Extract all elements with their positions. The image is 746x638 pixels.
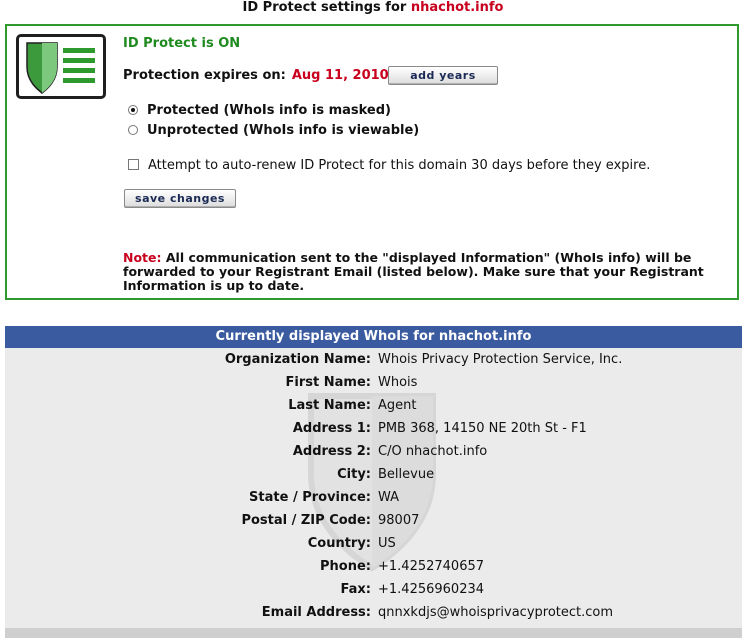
whois-row-address-1: Address 1: PMB 368, 14150 NE 20th St - F… <box>5 417 742 440</box>
whois-label: City: <box>337 467 371 482</box>
whois-value: Bellevue <box>378 467 435 482</box>
whois-row-last-name: Last Name: Agent <box>5 394 742 417</box>
page-title: ID Protect settings for nhachot.info <box>0 0 746 16</box>
forwarding-note: Note: All communication sent to the "dis… <box>123 251 733 293</box>
whois-row-fax: Fax: +1.4256960234 <box>5 578 742 601</box>
note-label: Note: <box>123 250 162 265</box>
whois-value: qnnxkdjs@whoisprivacyprotect.com <box>378 605 614 620</box>
whois-value: C/O nhachot.info <box>378 444 488 459</box>
expiration-label: Protection expires on: <box>123 68 286 83</box>
whois-value: +1.4256960234 <box>378 582 485 597</box>
whois-header: Currently displayed WhoIs for nhachot.in… <box>5 326 742 348</box>
whois-row-first-name: First Name: Whois <box>5 371 742 394</box>
id-protect-settings-panel: ID Protect is ON Protection expires on: A… <box>5 24 739 300</box>
whois-value: Whois <box>378 375 418 390</box>
page-title-prefix: ID Protect settings for <box>242 0 407 15</box>
whois-value: PMB 368, 14150 NE 20th St - F1 <box>378 421 587 436</box>
whois-label: Country: <box>307 536 371 551</box>
whois-value: Agent <box>378 398 417 413</box>
whois-label: Fax: <box>340 582 371 597</box>
protection-status: ID Protect is ON <box>123 36 241 51</box>
whois-table: Organization Name: Whois Privacy Protect… <box>5 348 742 624</box>
radio-unprotected-row[interactable]: Unprotected (WhoIs info is viewable) <box>128 123 419 138</box>
save-changes-button[interactable]: save changes <box>124 189 236 208</box>
whois-label: Address 2: <box>292 444 371 459</box>
whois-label: Last Name: <box>288 398 371 413</box>
radio-protected[interactable] <box>128 105 138 115</box>
whois-row-organization: Organization Name: Whois Privacy Protect… <box>5 348 742 371</box>
whois-row-postal-code: Postal / ZIP Code: 98007 <box>5 509 742 532</box>
expiration-date: Aug 11, 2010 <box>291 68 389 83</box>
whois-row-address-2: Address 2: C/O nhachot.info <box>5 440 742 463</box>
whois-label: Address 1: <box>292 421 371 436</box>
whois-label: Phone: <box>320 559 371 574</box>
whois-label: First Name: <box>285 375 371 390</box>
auto-renew-row[interactable]: Attempt to auto-renew ID Protect for thi… <box>128 158 650 173</box>
whois-label: Email Address: <box>261 605 371 620</box>
whois-label: Postal / ZIP Code: <box>241 513 371 528</box>
whois-value: WA <box>378 490 400 505</box>
note-text: All communication sent to the "displayed… <box>123 250 704 293</box>
whois-value: 98007 <box>378 513 420 528</box>
add-years-button[interactable]: add years <box>388 66 498 85</box>
radio-unprotected[interactable] <box>128 125 138 135</box>
whois-row-city: City: Bellevue <box>5 463 742 486</box>
whois-row-phone: Phone: +1.4252740657 <box>5 555 742 578</box>
whois-label: Organization Name: <box>224 352 371 367</box>
whois-row-country: Country: US <box>5 532 742 555</box>
whois-row-state: State / Province: WA <box>5 486 742 509</box>
panel-bottom-bar <box>5 628 742 638</box>
auto-renew-checkbox[interactable] <box>128 159 139 170</box>
auto-renew-label[interactable]: Attempt to auto-renew ID Protect for thi… <box>148 158 650 173</box>
expiration-line: Protection expires on: Aug 11, 2010 <box>123 68 389 83</box>
radio-protected-label[interactable]: Protected (WhoIs info is masked) <box>147 103 391 118</box>
whois-value: +1.4252740657 <box>378 559 485 574</box>
radio-protected-row[interactable]: Protected (WhoIs info is masked) <box>128 103 391 118</box>
radio-unprotected-label[interactable]: Unprotected (WhoIs info is viewable) <box>147 123 419 138</box>
shield-document-icon <box>16 34 106 99</box>
whois-panel: Currently displayed WhoIs for nhachot.in… <box>5 326 742 638</box>
page-title-domain: nhachot.info <box>410 0 504 15</box>
whois-value: Whois Privacy Protection Service, Inc. <box>378 352 623 367</box>
whois-row-email: Email Address: qnnxkdjs@whoisprivacyprot… <box>5 601 742 624</box>
whois-value: US <box>378 536 396 551</box>
whois-label: State / Province: <box>249 490 371 505</box>
